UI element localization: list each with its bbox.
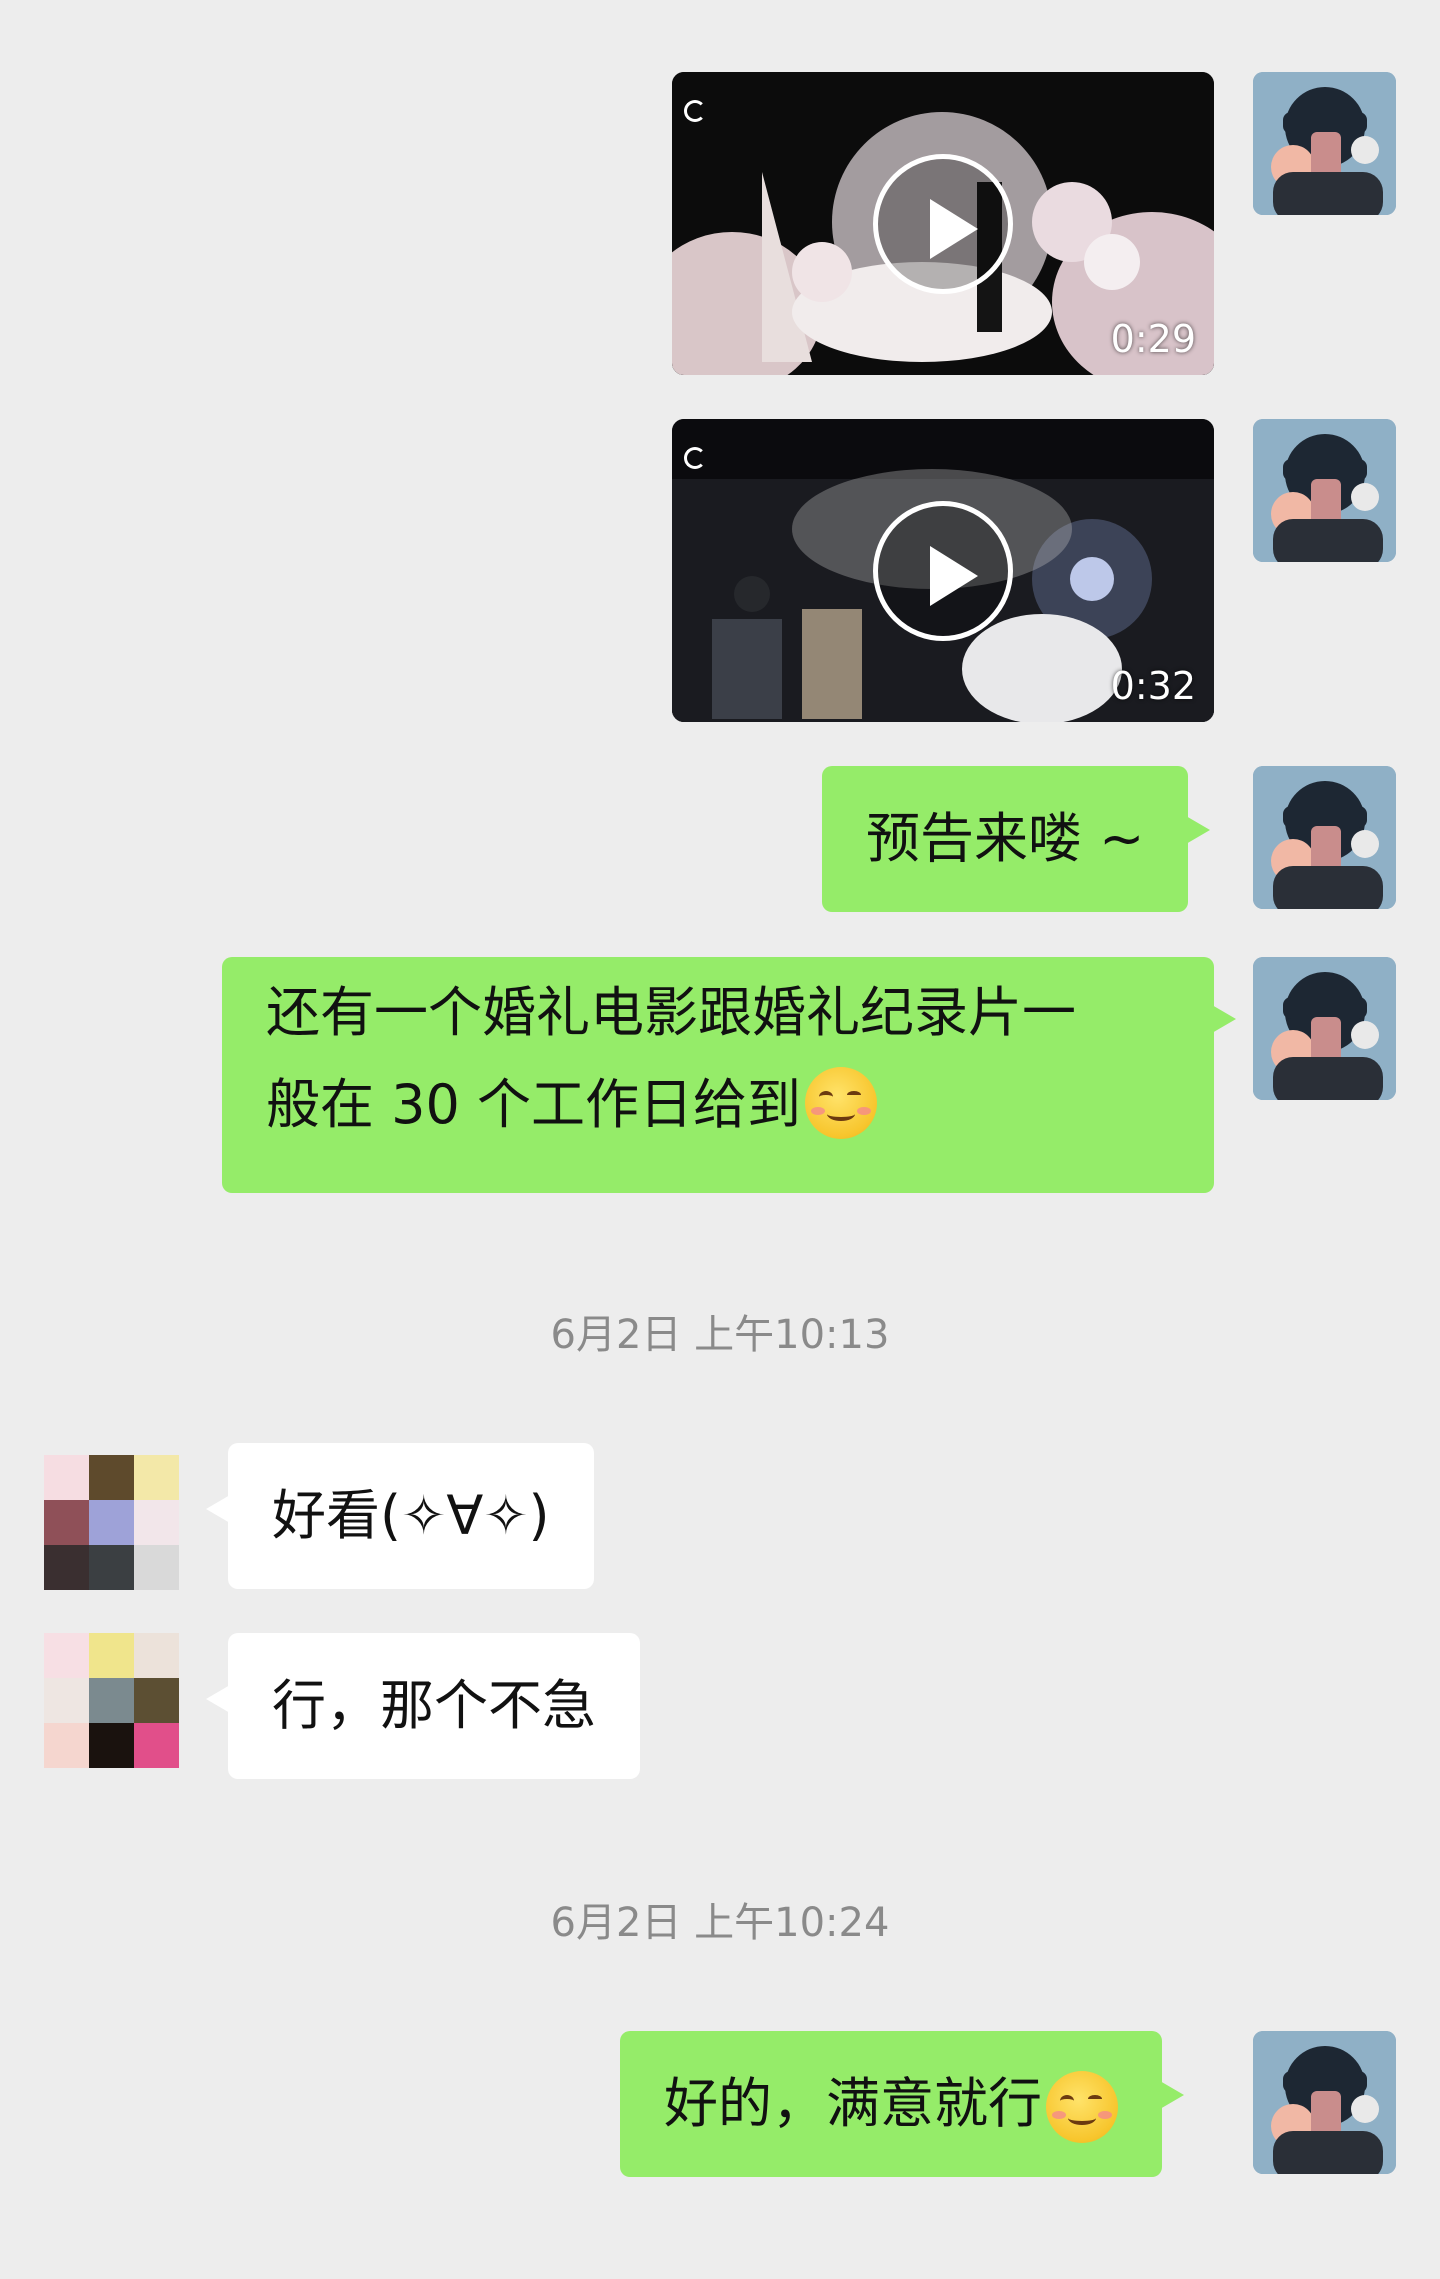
my-avatar[interactable] (1253, 2031, 1396, 2174)
video-watermark-logo (684, 100, 706, 122)
message-bubble[interactable]: 预告来喽 ~ (822, 766, 1211, 912)
video-duration: 0:29 (1110, 317, 1196, 361)
message-text-line-2: 般在 30 个工作日给到 (266, 1059, 1170, 1151)
video-message-1[interactable]: 0:29 (672, 72, 1214, 375)
message-bubble[interactable]: 还有一个婚礼电影跟婚礼纪录片一 般在 30 个工作日给到 (222, 957, 1236, 1193)
play-icon[interactable] (873, 153, 1013, 294)
contact-avatar[interactable] (44, 1455, 179, 1590)
video-watermark-logo (684, 447, 706, 469)
message-text: 行，那个不急 (272, 1674, 596, 1737)
contact-avatar[interactable] (44, 1633, 179, 1768)
my-avatar[interactable] (1253, 72, 1396, 215)
play-icon[interactable] (873, 500, 1013, 641)
video-message-2[interactable]: 0:32 (672, 419, 1214, 722)
message-bubble[interactable]: 好的，满意就行 (620, 2031, 1184, 2177)
chat-timestamp: 6月2日 上午10:24 (550, 1900, 890, 1946)
my-avatar[interactable] (1253, 419, 1396, 562)
message-text-line-1: 还有一个婚礼电影跟婚礼纪录片一 (266, 981, 1076, 1044)
smile-blush-emoji-icon (805, 1067, 878, 1140)
message-bubble[interactable]: 好看(✧∀✧) (206, 1443, 594, 1589)
message-text: 预告来喽 ~ (866, 807, 1145, 870)
message-text: 好看(✧∀✧) (272, 1484, 550, 1547)
message-bubble[interactable]: 行，那个不急 (206, 1633, 640, 1779)
message-text: 好的，满意就行 (664, 2072, 1042, 2135)
my-avatar[interactable] (1253, 957, 1396, 1100)
my-avatar[interactable] (1253, 766, 1396, 909)
video-duration: 0:32 (1110, 664, 1196, 708)
smile-blush-emoji-icon (1046, 2071, 1118, 2144)
chat-timestamp: 6月2日 上午10:13 (550, 1312, 890, 1358)
